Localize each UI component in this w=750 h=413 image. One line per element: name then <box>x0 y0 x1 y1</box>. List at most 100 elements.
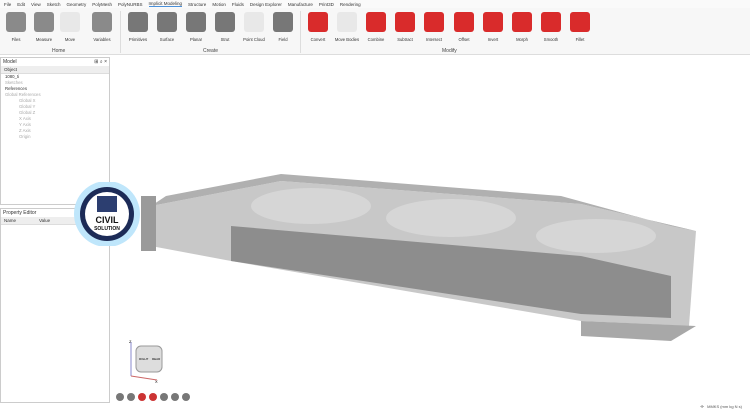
tool-surface[interactable]: Surface <box>153 12 181 42</box>
tool-measure[interactable]: Measure <box>30 12 58 42</box>
x-axis-label: X <box>155 379 158 383</box>
view-tool-icon[interactable] <box>127 393 135 401</box>
morph-icon <box>512 12 532 32</box>
tool-label: Primitives <box>128 37 148 42</box>
view-cube[interactable]: Z X RIGHT REAR <box>127 338 167 384</box>
tool-label: Intersect <box>425 37 443 42</box>
subtract-icon <box>395 12 415 32</box>
tool-label: Morph <box>516 37 528 42</box>
tool-label: Strut <box>220 37 230 42</box>
value-column-header: Value <box>39 218 51 223</box>
menu-fluids[interactable]: Fluids <box>232 2 244 7</box>
menu-edit[interactable]: Edit <box>17 2 25 7</box>
tool-label: Smooth <box>543 37 559 42</box>
menu-polynurbs[interactable]: PolyNURBS <box>118 2 143 7</box>
menu-rendering[interactable]: Rendering <box>340 2 361 7</box>
tool-primitives[interactable]: Primitives <box>124 12 152 42</box>
tool-combine[interactable]: Combine <box>362 12 390 42</box>
tool-move-bodies[interactable]: Move Bodies <box>333 12 361 42</box>
cube-face-right: RIGHT <box>139 357 149 361</box>
point-cloud-icon <box>244 12 264 32</box>
fan-3 <box>536 219 656 253</box>
combine-icon <box>366 12 386 32</box>
view-tool-icon[interactable] <box>149 393 157 401</box>
svg-text:CIVIL: CIVIL <box>95 215 119 225</box>
tool-label: Planar <box>189 37 203 42</box>
gpu-model <box>141 174 696 341</box>
files-icon <box>6 12 26 32</box>
primitives-icon <box>128 12 148 32</box>
tool-fillet[interactable]: Fillet <box>566 12 594 42</box>
menu-bar: File Edit View Sketch Geometry PolyMesh PolyNU… <box>0 0 750 8</box>
tool-label: Fillet <box>575 37 585 42</box>
tool-convert[interactable]: Convert <box>304 12 332 42</box>
z-axis-label: Z <box>129 339 132 344</box>
field-icon <box>273 12 293 32</box>
menu-manufacture[interactable]: Manufacture <box>288 2 313 7</box>
menu-motion[interactable]: Motion <box>212 2 226 7</box>
tree-item[interactable]: Origin <box>1 134 109 140</box>
tool-field[interactable]: Field <box>269 12 297 42</box>
divider <box>120 11 121 53</box>
tool-offset[interactable]: Offset <box>450 12 478 42</box>
tool-label: Files <box>11 37 21 42</box>
tool-morph[interactable]: Morph <box>508 12 536 42</box>
tool-strut[interactable]: Strut <box>211 12 239 42</box>
tool-move[interactable]: Move <box>56 12 84 42</box>
tool-point-cloud[interactable]: Point Cloud <box>240 12 268 42</box>
menu-structure[interactable]: Structure <box>188 2 206 7</box>
view-toolbar <box>116 393 190 401</box>
tool-intersect[interactable]: Intersect <box>420 12 448 42</box>
measure-icon <box>34 12 54 32</box>
tool-label: Variables <box>93 37 111 42</box>
tool-label: Offset <box>458 37 470 42</box>
strut-icon <box>215 12 235 32</box>
convert-icon <box>308 12 328 32</box>
model-tree: 1080_ti Sketches References Global Referenc… <box>1 74 109 140</box>
tool-label: Combine <box>367 37 385 42</box>
menu-implicit-modeling[interactable]: Implicit Modeling <box>148 1 183 7</box>
view-tool-icon[interactable] <box>116 393 124 401</box>
tool-files[interactable]: Files <box>2 12 30 42</box>
fan-1 <box>251 188 371 224</box>
tool-subtract[interactable]: Subtract <box>391 12 419 42</box>
tool-label: Convert <box>310 37 326 42</box>
menu-file[interactable]: File <box>4 2 11 7</box>
tool-label: Measure <box>35 37 53 42</box>
menu-polymesh[interactable]: PolyMesh <box>92 2 112 7</box>
tool-variables[interactable]: Variables <box>88 12 116 42</box>
tool-label: Move Bodies <box>334 37 360 42</box>
tool-label: Point Cloud <box>243 37 265 42</box>
units-selector[interactable]: MMKS (mm kg N s) <box>707 404 742 409</box>
view-tool-icon[interactable] <box>138 393 146 401</box>
tool-label: Surface <box>159 37 175 42</box>
surface-icon <box>157 12 177 32</box>
tool-label: Field <box>278 37 288 42</box>
tool-label: Invert <box>487 37 499 42</box>
smooth-icon <box>541 12 561 32</box>
tool-planar[interactable]: Planar <box>182 12 210 42</box>
status-bar: ✣ MMKS (mm kg N s) <box>700 404 742 409</box>
invert-icon <box>483 12 503 32</box>
view-tool-icon[interactable] <box>160 393 168 401</box>
fan-2 <box>386 199 516 237</box>
property-editor-title: Property Editor <box>3 210 37 216</box>
planar-icon <box>186 12 206 32</box>
menu-view[interactable]: View <box>31 2 41 7</box>
tool-invert[interactable]: Invert <box>479 12 507 42</box>
menu-print3d[interactable]: Print3D <box>319 2 334 7</box>
menu-geometry[interactable]: Geometry <box>66 2 86 7</box>
view-tool-icon[interactable] <box>171 393 179 401</box>
view-tool-icon[interactable] <box>182 393 190 401</box>
panel-controls-icon[interactable]: ⊞ ⌕ × <box>94 59 107 65</box>
model-panel-title: Model <box>3 59 17 65</box>
menu-design-explorer[interactable]: Design Explorer <box>250 2 282 7</box>
fillet-icon <box>570 12 590 32</box>
group-modify-label: Modify <box>442 48 457 54</box>
civil-solution-logo: CIVIL SOLUTION <box>73 181 141 247</box>
3d-viewport[interactable] <box>111 56 750 411</box>
tool-smooth[interactable]: Smooth <box>537 12 565 42</box>
svg-text:SOLUTION: SOLUTION <box>94 226 120 232</box>
menu-sketch[interactable]: Sketch <box>47 2 61 7</box>
move-bodies-icon <box>337 12 357 32</box>
